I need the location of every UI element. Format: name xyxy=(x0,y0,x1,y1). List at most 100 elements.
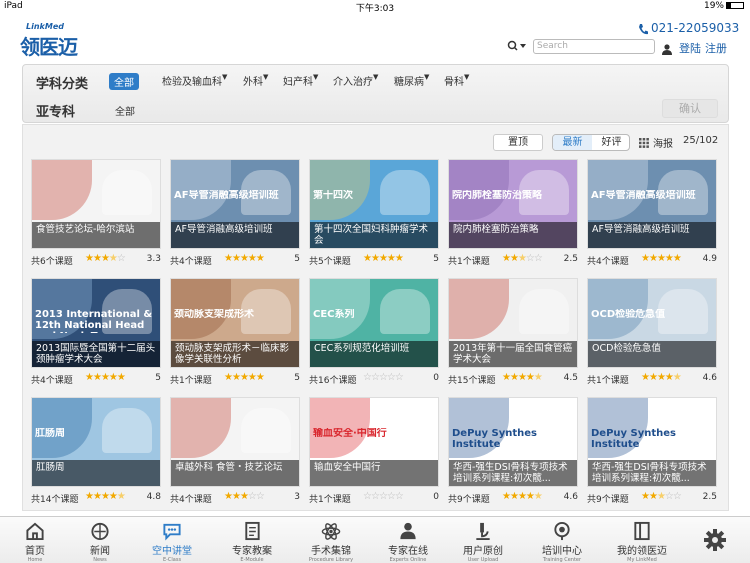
search-input[interactable]: Search xyxy=(533,39,655,54)
thumbnail-overlay-text: 肛肠周 xyxy=(35,428,65,439)
sort-newest-button[interactable]: 最新 xyxy=(553,135,592,150)
course-meta: 共15个课题 ★★★★★ 4.5 xyxy=(448,372,578,386)
star-icon: ★ xyxy=(363,253,372,264)
tab-news[interactable]: 新闻 News xyxy=(70,521,130,563)
star-icon: ★ xyxy=(239,253,249,264)
course-thumbnail: AF导管消融高级培训班 AF导管消融高级培训班 xyxy=(587,159,717,249)
category-chip[interactable]: 介入治疗▼ xyxy=(333,73,378,88)
logo-en: LinkMed xyxy=(26,22,64,31)
rating-score: 4.8 xyxy=(146,492,161,502)
tab-my-linkmed[interactable]: 我的领医迈 My LinkMed xyxy=(612,521,672,563)
training-icon xyxy=(554,521,570,541)
star-icon: ★ xyxy=(239,491,249,502)
course-card[interactable]: 颈动脉支架成形术 颈动脉支架成形术－临床影像学关联性分析 共1个课题 ★★★★★ 5 xyxy=(170,278,300,388)
subspecialty-all-chip[interactable]: 全部 xyxy=(115,103,135,118)
topic-count: 共4个课题 xyxy=(170,495,212,505)
tab-e-class[interactable]: 空中讲堂 E-Class xyxy=(142,521,202,563)
course-card[interactable]: 卓越外科 食管・技艺论坛 共4个课题 ★★★☆☆ 3 xyxy=(170,397,300,507)
course-card[interactable]: DePuy Synthes Institute 华西-强生DSI骨科专项技术培训系… xyxy=(587,397,717,507)
category-chip[interactable]: 妇产科▼ xyxy=(283,73,318,88)
search-type-select[interactable] xyxy=(507,40,531,54)
thumbnail-overlay-text: OCD检验危急值 xyxy=(591,309,666,320)
login-link[interactable]: 登陆 xyxy=(679,42,701,55)
pin-button[interactable]: 置顶 xyxy=(493,134,543,151)
settings-gear-icon[interactable] xyxy=(703,528,727,552)
star-icon: ★ xyxy=(92,253,102,264)
course-card[interactable]: OCD检验危急值 OCD检验危急值 共1个课题 ★★★★★ 4.6 xyxy=(587,278,717,388)
atom-icon xyxy=(321,523,341,540)
star-icon: ★ xyxy=(255,372,265,383)
course-title: 颈动脉支架成形术－临床影像学关联性分析 xyxy=(171,341,299,367)
course-card[interactable]: AF导管消融高级培训班 AF导管消融高级培训班 共4个课题 ★★★★★ 4.9 xyxy=(587,159,717,269)
category-chip[interactable]: 检验及输血科▼ xyxy=(162,73,227,88)
topic-count: 共16个课题 xyxy=(309,376,357,386)
category-chip[interactable]: 糖尿病▼ xyxy=(394,73,429,88)
tab-experts-online[interactable]: 专家在线 Experts Online xyxy=(378,521,438,563)
topic-count: 共1个课题 xyxy=(170,376,212,386)
subject-all-chip[interactable]: 全部 xyxy=(109,73,139,90)
course-thumbnail: DePuy Synthes Institute 华西-强生DSI骨科专项技术培训系… xyxy=(587,397,717,487)
course-title: 2013年第十一届全国食管癌学术大会 xyxy=(449,341,577,367)
star-icon: ★ xyxy=(100,372,110,383)
rating-score: 2.5 xyxy=(563,254,578,264)
course-card[interactable]: 2013年第十一届全国食管癌学术大会 共15个课题 ★★★★★ 4.5 xyxy=(448,278,578,388)
grid-view-icon[interactable] xyxy=(639,138,649,148)
tab-procedure-library[interactable]: 手术集锦 Procedure Library xyxy=(301,521,361,563)
tab-training-center[interactable]: 培训中心 Training Center xyxy=(532,521,592,563)
phone-number[interactable]: 021-22059033 xyxy=(638,21,739,35)
thumbnail-overlay-text: AF导管消融高级培训班 xyxy=(174,190,279,201)
star-icon: ★ xyxy=(116,491,126,502)
star-icon: ☆ xyxy=(672,491,682,502)
tab-label: 用户原创 xyxy=(463,546,503,557)
confirm-button[interactable]: 确认 xyxy=(662,99,718,118)
thumbnail-overlay-text: CEC系列 xyxy=(313,309,355,320)
course-card[interactable]: 院内肺栓塞防治策略 院内肺栓塞防治策略 共1个课题 ★★★☆☆ 2.5 xyxy=(448,159,578,269)
course-card[interactable]: 输血安全·中国行 输血安全中国行 共1个课题 ☆☆☆☆☆ 0 xyxy=(309,397,439,507)
status-bar: iPad 下午3:03 19% xyxy=(0,0,750,14)
category-chip[interactable]: 骨科▼ xyxy=(444,73,469,88)
tab-user-upload[interactable]: 用户原创 User Upload xyxy=(453,521,513,563)
star-icon: ★ xyxy=(502,491,511,502)
course-title: 食管技艺论坛-哈尔滨站 xyxy=(32,222,160,248)
tab-e-module[interactable]: 专家教案 E-Module xyxy=(222,521,282,563)
course-list-area: 置顶 最新 好评 海报 25/102 食管技艺论坛-哈尔滨站 共6个课题 ★★★★☆… xyxy=(22,124,729,511)
topic-count: 共6个课题 xyxy=(31,257,73,267)
star-icon: ★ xyxy=(370,253,380,264)
course-card[interactable]: AF导管消融高级培训班 AF导管消融高级培训班 共4个课题 ★★★★★ 5 xyxy=(170,159,300,269)
tab-home[interactable]: 首页 Home xyxy=(5,521,65,563)
battery: 19% xyxy=(704,1,744,11)
thumbnail-overlay-text: DePuy Synthes Institute xyxy=(452,428,538,450)
course-card[interactable]: 食管技艺论坛-哈尔滨站 共6个课题 ★★★★☆ 3.3 xyxy=(31,159,161,269)
tab-sublabel: News xyxy=(93,557,107,563)
course-thumbnail: 卓越外科 食管・技艺论坛 xyxy=(170,397,300,487)
star-icon: ★ xyxy=(100,253,110,264)
topic-count: 共14个课题 xyxy=(31,495,79,505)
category-chip[interactable]: 外科▼ xyxy=(243,73,268,88)
course-title: 第十四次全国妇科肿瘤学术会 xyxy=(310,222,438,248)
star-icon: ★ xyxy=(509,372,519,383)
user-icon xyxy=(662,43,672,55)
star-icon: ★ xyxy=(656,491,666,502)
topic-count: 共5个课题 xyxy=(309,257,351,267)
rating-score: 4.5 xyxy=(563,373,578,383)
course-card[interactable]: 肛肠周 肛肠周 共14个课题 ★★★★★ 4.8 xyxy=(31,397,161,507)
course-card[interactable]: CEC系列 CEC系列规范化培训班 共16个课题 ☆☆☆☆☆ 0 xyxy=(309,278,439,388)
star-icon: ★ xyxy=(108,491,118,502)
course-card[interactable]: 2013 International & 12th National Head … xyxy=(31,278,161,388)
star-icon: ☆ xyxy=(363,491,372,502)
register-link[interactable]: 注册 xyxy=(705,42,727,55)
sort-rating-button[interactable]: 好评 xyxy=(592,135,631,150)
star-icon: ☆ xyxy=(370,372,380,383)
poster-view-label[interactable]: 海报 xyxy=(653,135,673,150)
dropdown-arrow-icon: ▼ xyxy=(313,73,319,81)
star-icon: ★ xyxy=(394,253,404,264)
battery-icon xyxy=(726,2,744,9)
course-thumbnail: 第十四次 第十四次全国妇科肿瘤学术会 xyxy=(309,159,439,249)
subspecialty-row: 亚专科 xyxy=(36,101,75,120)
course-card[interactable]: 第十四次 第十四次全国妇科肿瘤学术会 共5个课题 ★★★★★ 5 xyxy=(309,159,439,269)
star-icon: ★ xyxy=(255,253,265,264)
star-icon: ★ xyxy=(525,491,535,502)
course-card[interactable]: DePuy Synthes Institute 华西-强生DSI骨科专项技术培训系… xyxy=(448,397,578,507)
course-meta: 共4个课题 ★★★★★ 5 xyxy=(170,253,300,267)
star-icon: ★ xyxy=(239,372,249,383)
